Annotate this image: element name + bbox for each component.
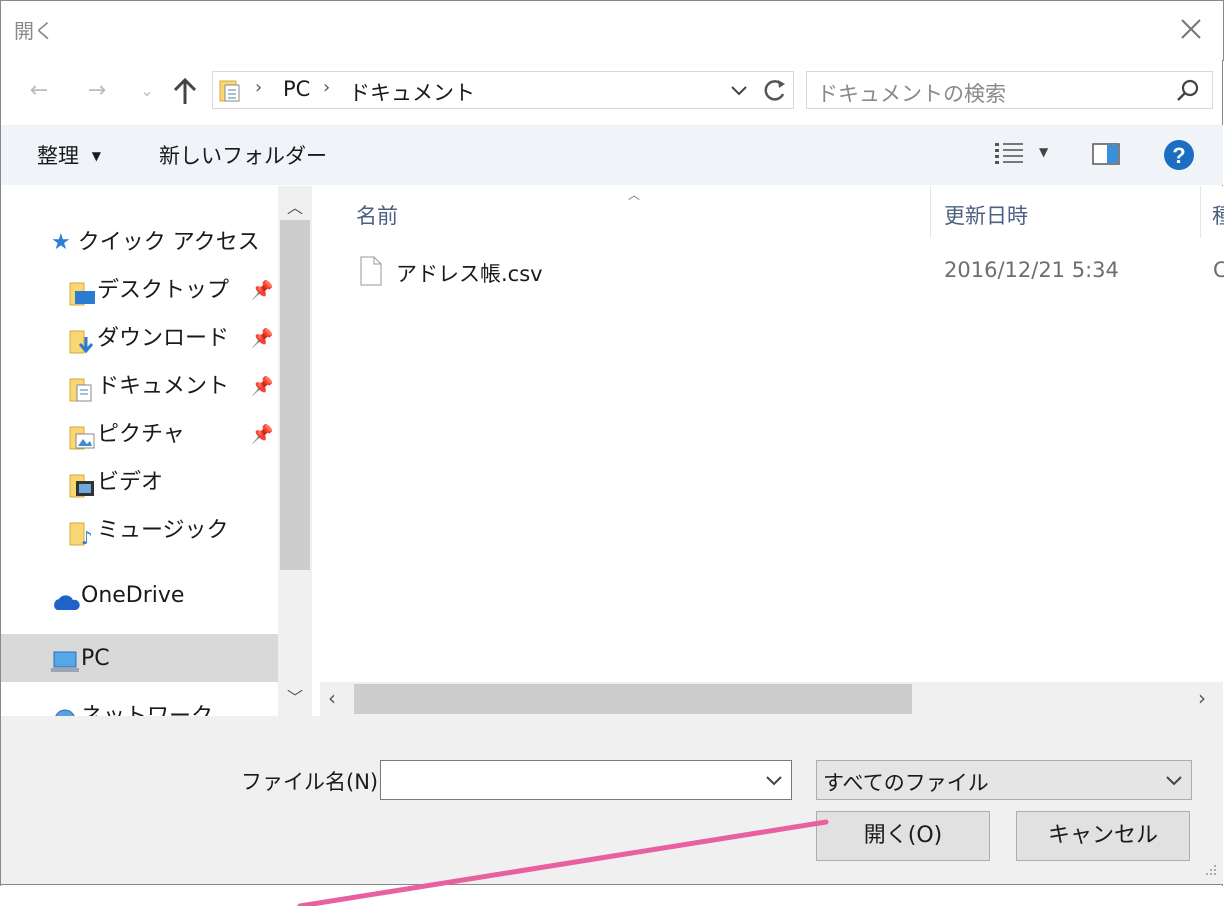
annotation-line	[297, 819, 829, 906]
